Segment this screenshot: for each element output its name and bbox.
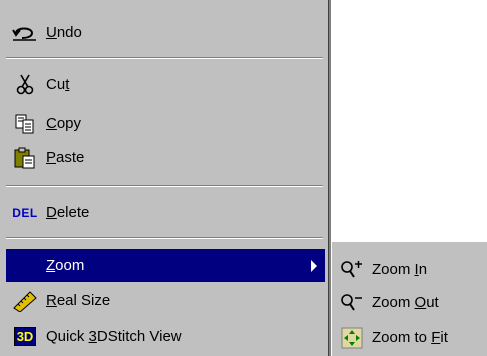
menu-item-real-size[interactable]: Real Size	[6, 284, 325, 317]
menu-item-label: Real Size	[46, 292, 111, 309]
submenu-item-zoom-to-fit[interactable]: Zoom to Fit	[336, 321, 487, 354]
menu-item-label: Cut	[46, 76, 70, 93]
submenu-item-zoom-in[interactable]: Zoom In	[336, 253, 487, 286]
delete-icon: DEL	[12, 205, 38, 220]
menu-separator	[6, 185, 323, 187]
menu-item-label: Copy	[46, 115, 82, 132]
submenu-item-label: Zoom Out	[372, 294, 439, 311]
menu-item-label: Delete	[46, 204, 90, 221]
zoom-submenu: Zoom In Zoom Out Zoom to Fit	[331, 241, 487, 356]
ruler-icon	[10, 289, 40, 313]
menu-item-paste[interactable]: Paste	[6, 141, 325, 174]
menu-item-delete[interactable]: DEL Delete	[6, 196, 325, 229]
menu-separator	[6, 57, 323, 59]
3d-icon: 3D	[10, 325, 40, 349]
submenu-item-label: Zoom In	[372, 261, 428, 278]
menu-item-cut[interactable]: Cut	[6, 68, 325, 101]
scissors-icon	[10, 73, 40, 97]
menu-item-label: Quick 3DStitch View	[46, 328, 182, 345]
menu-item-label: Undo	[46, 24, 82, 41]
menu-item-quick-3d-stitch-view[interactable]: 3D Quick 3DStitch View	[6, 320, 325, 353]
context-menu: Undo Cut Copy Paste DEL Delete Zoom Real…	[0, 0, 331, 356]
undo-icon	[10, 21, 40, 45]
menu-item-icon-space	[10, 254, 40, 278]
menu-item-undo[interactable]: Undo	[6, 16, 325, 49]
zoom-out-icon	[336, 291, 368, 315]
zoom-to-fit-icon	[336, 326, 368, 350]
menu-item-zoom[interactable]: Zoom	[6, 249, 325, 282]
menu-item-label: Zoom	[46, 257, 85, 274]
submenu-item-label: Zoom to Fit	[372, 329, 448, 346]
zoom-in-icon	[336, 258, 368, 282]
submenu-item-zoom-out[interactable]: Zoom Out	[336, 286, 487, 319]
menu-separator	[6, 237, 323, 239]
menu-item-label: Paste	[46, 149, 85, 166]
menu-item-copy[interactable]: Copy	[6, 107, 325, 140]
submenu-arrow-icon	[311, 259, 317, 272]
paste-icon	[10, 146, 40, 170]
copy-icon	[10, 112, 40, 136]
